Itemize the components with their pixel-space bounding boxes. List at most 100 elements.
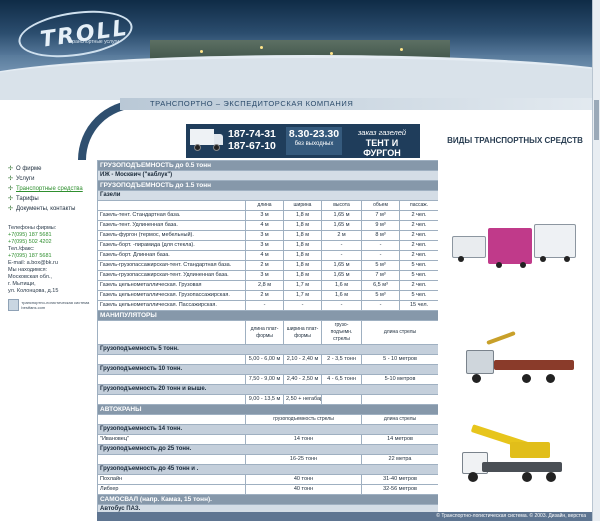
table-cell: 5 м³ (361, 290, 400, 301)
table-cell: "Ивановец" (97, 434, 246, 445)
capacity-header: Грузоподъемность 5 тонн. (97, 344, 438, 355)
partner-banner[interactable]: транспортно-логистическая система bestfa… (8, 299, 94, 311)
table-cell: Газель цельнометаллическая. Грузовая (97, 280, 246, 291)
table-cell: 5 чел. (398, 290, 438, 301)
table-row: "Ивановец" 14 тонн 14 метров (97, 434, 438, 445)
nav-item-tariffs[interactable]: ✢ Тарифы (8, 196, 94, 203)
table-cell: Газель цельнометаллическая. Грузопассажи… (97, 290, 246, 301)
table-header-cell: объем (361, 200, 400, 211)
group-header: АВТОКРАНЫ (97, 404, 438, 415)
table-cell: 2 чел. (398, 230, 438, 241)
table-cell: 16-25 тонн (245, 454, 362, 465)
table-header-cell: ширина плат-формы (283, 320, 322, 345)
table-cell: 22 метра (360, 454, 438, 465)
table-cell: 1,6 м (321, 280, 362, 291)
capacity-header: Грузоподъемность 20 тонн и выше. (97, 384, 438, 395)
table-row: Газель цельнометаллическая. Грузопассажи… (97, 290, 438, 301)
manipulator-truck-photo (466, 330, 576, 386)
location-line-1: Московская обл., (8, 274, 52, 280)
table-cell: 2 чел. (398, 210, 438, 221)
table-cell: Газель-борт. Длинная база. (97, 250, 246, 261)
page-scrollbar[interactable] (592, 0, 600, 521)
table-cell: 3 м (245, 210, 284, 221)
order-line-1: заказ газелей (357, 128, 407, 137)
table-cell: 1,6 м (321, 290, 362, 301)
scrollbar-thumb[interactable] (594, 100, 599, 140)
location-line-2: г. Мытищи, (8, 281, 36, 287)
group-header: МАНИПУЛЯТОРЫ (97, 310, 438, 321)
group-header: САМОСВАЛ (напр. Камаз, 15 тонн). (97, 494, 438, 505)
table-cell: Газель-тент. Стандартная база. (97, 210, 246, 221)
table-cell: 3 м (245, 270, 284, 281)
nav-item-documents[interactable]: ✢ Документы, контакты (8, 206, 94, 213)
table-cell: Похлайн (97, 474, 246, 485)
fax-label: Тел./факс: (8, 246, 35, 252)
vehicle-table: ГРУЗОПОДЪЕМНОСТЬ до 0.5 тонн ИЖ - Москви… (97, 160, 438, 515)
location-label: Мы находимся: (8, 267, 48, 273)
table-row: 9,00 - 13,5 м2,50 + негабарит (97, 394, 438, 405)
gazelle-vans-photo (452, 220, 578, 280)
table-cell: 1,8 м (283, 270, 322, 281)
table-cell: 2,40 - 2,50 м (283, 374, 322, 385)
bullet-icon: ✢ (8, 176, 14, 182)
table-cell: - (321, 250, 362, 261)
subgroup-header: Газели (97, 190, 438, 201)
table-cell: Газель-борт. -пирамида (для стекла). (97, 240, 246, 251)
nav-item-about[interactable]: ✢ О фирме (8, 166, 94, 173)
table-row: Газель цельнометаллическая. Грузовая 2,8 … (97, 280, 438, 291)
table-cell: 1,8 м (283, 220, 322, 231)
gazeli-rows: Газель-тент. Стандартная база. 3 м 1,8 м 1,… (97, 210, 438, 311)
nav-item-label: Услуги (16, 176, 35, 182)
table-cell: 2,50 + негабарит (283, 394, 322, 405)
company-name: ТРАНСПОРТНО – ЭКСПЕДИТОРСКАЯ КОМПАНИЯ (150, 99, 354, 108)
table-cell: - (361, 240, 400, 251)
table-cell: 6,5 м³ (361, 280, 400, 291)
table-cell: 1,65 м (321, 220, 362, 231)
table-header-row: грузоподъемность стрелы длина стрелы (97, 414, 438, 425)
table-cell (360, 394, 438, 405)
table-cell: 5 чел. (398, 270, 438, 281)
table-cell: 9,00 - 13,5 м (245, 394, 284, 405)
sidebar: ✢ О фирме ✢ Услуги ✢ Транспортные средст… (8, 166, 94, 311)
table-row: Газель-фургон (термос, мебельный). 3 м 1,8… (97, 230, 438, 241)
table-cell: 40 тонн (245, 474, 362, 485)
street-light (260, 46, 263, 49)
table-cell: 2 чел. (398, 250, 438, 261)
vehicle-photos (438, 160, 588, 521)
contact-phone-2[interactable]: +7(095) 502 4202 (8, 239, 94, 246)
table-cell: 14 метров (360, 434, 438, 445)
bullet-icon: ✢ (8, 166, 14, 172)
capacity-header: Грузоподъемность до 45 тонн и . (97, 464, 438, 475)
table-cell (97, 394, 246, 405)
table-cell: Газель цельнометаллическая. Пассажирская… (97, 300, 246, 311)
table-header-cell (97, 200, 246, 211)
bullet-icon: ✢ (8, 186, 14, 192)
table-cell: Газель-грузопассажирская-тент. Удлиненна… (97, 270, 246, 281)
nav-item-label: Документы, контакты (16, 206, 76, 212)
nav-item-services[interactable]: ✢ Услуги (8, 176, 94, 183)
crane-truck-photo (462, 422, 578, 484)
nav-item-vehicles[interactable]: ✢ Транспортные средства (8, 186, 94, 193)
contact-phone-1[interactable]: +7(095) 187 5681 (8, 232, 94, 239)
bullet-icon: ✢ (8, 196, 14, 202)
table-header-row: длина ширина высота объем пасcаж. (97, 200, 438, 211)
table-cell: 1,65 м (321, 210, 362, 221)
contact-fax[interactable]: +7(095) 187 5681 (8, 253, 94, 260)
table-cell: 1,65 м (321, 260, 362, 271)
table-cell: 3 м (245, 240, 284, 251)
table-header-cell: грузоподъемность стрелы (245, 414, 362, 425)
table-cell: Газель-фургон (термос, мебельный). (97, 230, 246, 241)
banner-phone-1: 187-74-31 (228, 128, 276, 140)
table-cell: 5 - 10 метров (360, 354, 438, 365)
table-header-row: длина плат-формы ширина плат-формы грузо… (97, 320, 438, 345)
table-cell: 31-40 метров (360, 474, 438, 485)
table-cell: 4 - 6,5 тонн (321, 374, 362, 385)
table-header-cell: длина плат-формы (245, 320, 284, 345)
table-header-cell: грузо-подъемн. стрелы (321, 320, 362, 345)
table-cell: 15 чел. (398, 300, 438, 311)
contact-info: Телефоны фирмы: +7(095) 187 5681 +7(095)… (8, 225, 94, 295)
table-cell: 2 чел. (398, 220, 438, 231)
table-header-cell: ширина (283, 200, 322, 211)
contact-email[interactable]: E-mail: a.box@bk.ru (8, 260, 94, 267)
table-header-cell: пасcаж. (398, 200, 438, 211)
